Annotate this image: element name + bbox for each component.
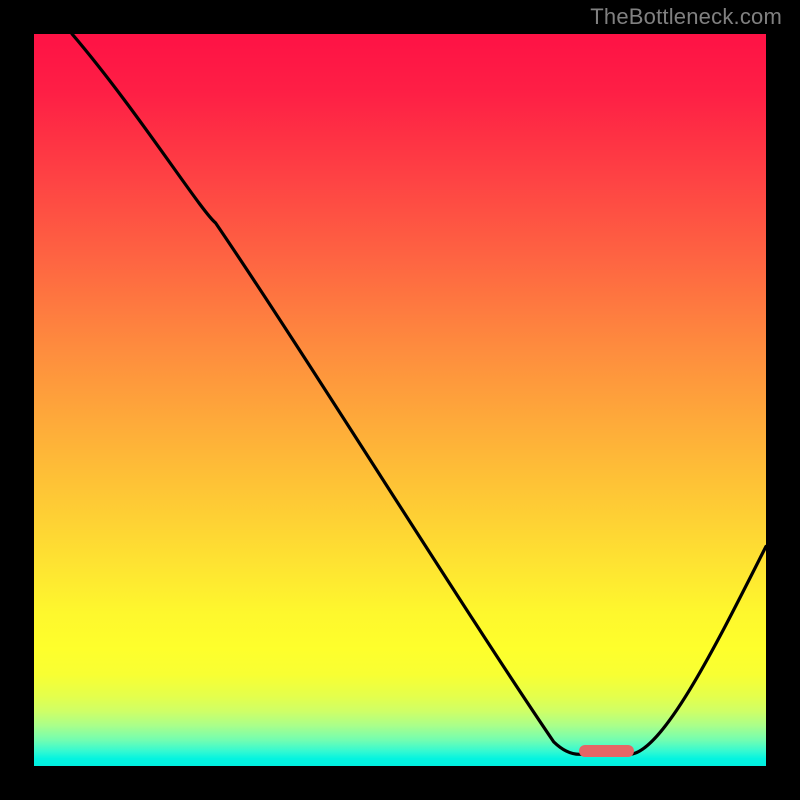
bottleneck-curve xyxy=(34,34,766,766)
optimal-range-marker xyxy=(579,745,634,757)
watermark-text: TheBottleneck.com xyxy=(590,4,782,30)
plot-area xyxy=(34,34,766,766)
curve-path xyxy=(72,34,766,754)
